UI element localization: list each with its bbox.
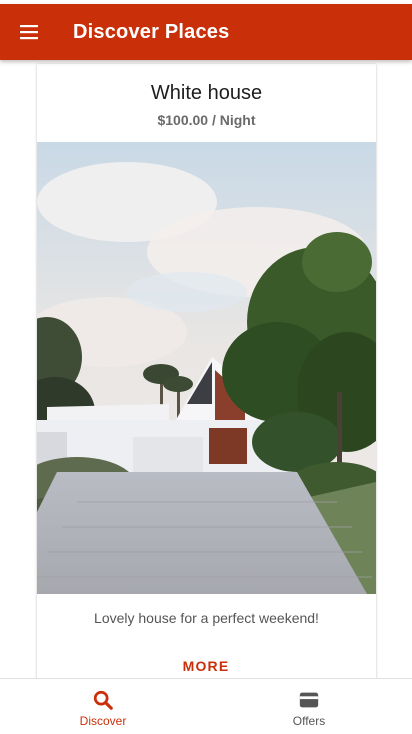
app-bar: Discover Places — [0, 4, 412, 60]
place-description: Lovely house for a perfect weekend! — [94, 610, 319, 626]
menu-icon — [20, 25, 38, 40]
place-price: $100.00 / Night — [157, 112, 256, 128]
bottom-tab-bar: Discover Offers — [0, 678, 412, 734]
tab-offers-label: Offers — [292, 714, 326, 728]
menu-button[interactable] — [17, 20, 41, 44]
card-icon — [299, 692, 319, 708]
place-title: White house — [150, 82, 263, 104]
tab-discover[interactable]: Discover — [0, 679, 206, 734]
tab-offers[interactable]: Offers — [206, 679, 412, 734]
more-button[interactable]: MORE — [166, 654, 246, 678]
content-scroll-area[interactable]: White house $100.00 / Night Lovely house… — [0, 60, 412, 678]
app-screen: Discover Places White house $100.00 / Ni… — [0, 0, 412, 734]
tab-discover-label: Discover — [79, 714, 127, 728]
place-image[interactable] — [37, 142, 376, 594]
place-card[interactable]: White house $100.00 / Night Lovely house… — [37, 64, 376, 678]
page-title: Discover Places — [73, 21, 230, 43]
search-icon — [93, 690, 113, 710]
